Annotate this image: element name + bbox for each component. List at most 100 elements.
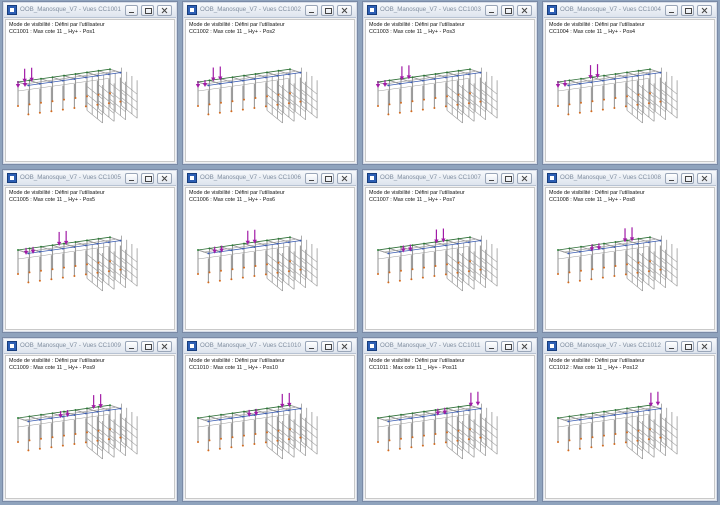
close-icon[interactable] xyxy=(697,173,712,184)
3d-structure-model[interactable] xyxy=(546,36,714,164)
maximize-icon[interactable] xyxy=(501,173,514,184)
maximize-icon[interactable] xyxy=(141,341,154,352)
close-icon[interactable] xyxy=(337,173,352,184)
minimize-icon[interactable] xyxy=(485,5,498,16)
app-icon[interactable] xyxy=(7,5,17,15)
3d-structure-model[interactable] xyxy=(6,36,174,164)
app-icon[interactable] xyxy=(367,341,377,351)
view-canvas[interactable]: Mode de visibilité : Défini par l'utilis… xyxy=(365,187,535,330)
structure-view-window[interactable]: OOB_Manosque_V7 - Vues CC1010 Mode de vi… xyxy=(182,337,358,502)
structure-view-window[interactable]: OOB_Manosque_V7 - Vues CC1006 Mode de vi… xyxy=(182,169,358,333)
maximize-icon[interactable] xyxy=(681,5,694,16)
app-icon[interactable] xyxy=(187,173,197,183)
structure-view-window[interactable]: OOB_Manosque_V7 - Vues CC1003 Mode de vi… xyxy=(362,1,538,165)
maximize-icon[interactable] xyxy=(141,5,154,16)
maximize-icon[interactable] xyxy=(321,173,334,184)
maximize-icon[interactable] xyxy=(681,341,694,352)
title-bar[interactable]: OOB_Manosque_V7 - Vues CC1010 xyxy=(184,339,356,354)
title-bar[interactable]: OOB_Manosque_V7 - Vues CC1012 xyxy=(544,339,716,354)
app-icon[interactable] xyxy=(187,341,197,351)
close-icon[interactable] xyxy=(517,5,532,16)
3d-structure-model[interactable] xyxy=(366,372,534,500)
title-bar[interactable]: OOB_Manosque_V7 - Vues CC1011 xyxy=(364,339,536,354)
view-canvas[interactable]: Mode de visibilité : Défini par l'utilis… xyxy=(5,19,175,162)
support-node xyxy=(557,105,559,107)
close-icon[interactable] xyxy=(157,5,172,16)
minimize-icon[interactable] xyxy=(485,341,498,352)
floor-beam xyxy=(121,81,138,95)
close-icon[interactable] xyxy=(517,341,532,352)
minimize-icon[interactable] xyxy=(485,173,498,184)
close-icon[interactable] xyxy=(337,5,352,16)
view-canvas[interactable]: Mode de visibilité : Défini par l'utilis… xyxy=(5,187,175,330)
title-bar[interactable]: OOB_Manosque_V7 - Vues CC1003 xyxy=(364,3,536,18)
structure-view-window[interactable]: OOB_Manosque_V7 - Vues CC1001 Mode de vi… xyxy=(2,1,178,165)
3d-structure-model[interactable] xyxy=(366,204,534,332)
app-icon[interactable] xyxy=(547,5,557,15)
close-icon[interactable] xyxy=(697,341,712,352)
title-bar[interactable]: OOB_Manosque_V7 - Vues CC1009 xyxy=(4,339,176,354)
app-icon[interactable] xyxy=(367,5,377,15)
minimize-icon[interactable] xyxy=(665,5,678,16)
structure-view-window[interactable]: OOB_Manosque_V7 - Vues CC1012 Mode de vi… xyxy=(542,337,718,502)
maximize-icon[interactable] xyxy=(501,5,514,16)
title-bar[interactable]: OOB_Manosque_V7 - Vues CC1002 xyxy=(184,3,356,18)
maximize-icon[interactable] xyxy=(321,341,334,352)
title-bar[interactable]: OOB_Manosque_V7 - Vues CC1006 xyxy=(184,171,356,186)
close-icon[interactable] xyxy=(697,5,712,16)
structure-view-window[interactable]: OOB_Manosque_V7 - Vues CC1005 Mode de vi… xyxy=(2,169,178,333)
minimize-icon[interactable] xyxy=(305,5,318,16)
minimize-icon[interactable] xyxy=(125,341,138,352)
minimize-icon[interactable] xyxy=(665,173,678,184)
view-canvas[interactable]: Mode de visibilité : Défini par l'utilis… xyxy=(185,355,355,499)
view-canvas[interactable]: Mode de visibilité : Défini par l'utilis… xyxy=(545,187,715,330)
view-canvas[interactable]: Mode de visibilité : Défini par l'utilis… xyxy=(5,355,175,499)
title-bar[interactable]: OOB_Manosque_V7 - Vues CC1001 xyxy=(4,3,176,18)
title-bar[interactable]: OOB_Manosque_V7 - Vues CC1004 xyxy=(544,3,716,18)
structure-view-window[interactable]: OOB_Manosque_V7 - Vues CC1011 Mode de vi… xyxy=(362,337,538,502)
app-icon[interactable] xyxy=(547,341,557,351)
floor-beam xyxy=(98,444,115,458)
title-bar[interactable]: OOB_Manosque_V7 - Vues CC1008 xyxy=(544,171,716,186)
3d-structure-model[interactable] xyxy=(186,36,354,164)
view-canvas[interactable]: Mode de visibilité : Défini par l'utilis… xyxy=(365,19,535,162)
view-canvas[interactable]: Mode de visibilité : Défini par l'utilis… xyxy=(545,19,715,162)
structure-view-window[interactable]: OOB_Manosque_V7 - Vues CC1004 Mode de vi… xyxy=(542,1,718,165)
3d-structure-model[interactable] xyxy=(186,204,354,332)
maximize-icon[interactable] xyxy=(501,341,514,352)
title-bar[interactable]: OOB_Manosque_V7 - Vues CC1007 xyxy=(364,171,536,186)
structure-view-window[interactable]: OOB_Manosque_V7 - Vues CC1009 Mode de vi… xyxy=(2,337,178,502)
view-canvas[interactable]: Mode de visibilité : Défini par l'utilis… xyxy=(185,187,355,330)
view-canvas[interactable]: Mode de visibilité : Défini par l'utilis… xyxy=(545,355,715,499)
maximize-icon[interactable] xyxy=(141,173,154,184)
minimize-icon[interactable] xyxy=(125,5,138,16)
title-bar[interactable]: OOB_Manosque_V7 - Vues CC1005 xyxy=(4,171,176,186)
maximize-icon[interactable] xyxy=(321,5,334,16)
3d-structure-model[interactable] xyxy=(546,372,714,500)
close-icon[interactable] xyxy=(157,173,172,184)
app-icon[interactable] xyxy=(7,173,17,183)
view-canvas[interactable]: Mode de visibilité : Défini par l'utilis… xyxy=(365,355,535,499)
structure-view-window[interactable]: OOB_Manosque_V7 - Vues CC1002 Mode de vi… xyxy=(182,1,358,165)
view-canvas[interactable]: Mode de visibilité : Défini par l'utilis… xyxy=(185,19,355,162)
app-icon[interactable] xyxy=(547,173,557,183)
app-icon[interactable] xyxy=(187,5,197,15)
3d-structure-model[interactable] xyxy=(546,204,714,332)
close-icon[interactable] xyxy=(337,341,352,352)
minimize-icon[interactable] xyxy=(125,173,138,184)
close-icon[interactable] xyxy=(157,341,172,352)
app-icon[interactable] xyxy=(7,341,17,351)
3d-structure-model[interactable] xyxy=(6,204,174,332)
minimize-icon[interactable] xyxy=(305,341,318,352)
maximize-icon[interactable] xyxy=(681,173,694,184)
app-icon[interactable] xyxy=(367,173,377,183)
3d-structure-model[interactable] xyxy=(366,36,534,164)
minimize-icon[interactable] xyxy=(305,173,318,184)
support-node xyxy=(51,100,54,103)
structure-view-window[interactable]: OOB_Manosque_V7 - Vues CC1007 Mode de vi… xyxy=(362,169,538,333)
3d-structure-model[interactable] xyxy=(6,372,174,500)
minimize-icon[interactable] xyxy=(665,341,678,352)
3d-structure-model[interactable] xyxy=(186,372,354,500)
structure-view-window[interactable]: OOB_Manosque_V7 - Vues CC1008 Mode de vi… xyxy=(542,169,718,333)
close-icon[interactable] xyxy=(517,173,532,184)
